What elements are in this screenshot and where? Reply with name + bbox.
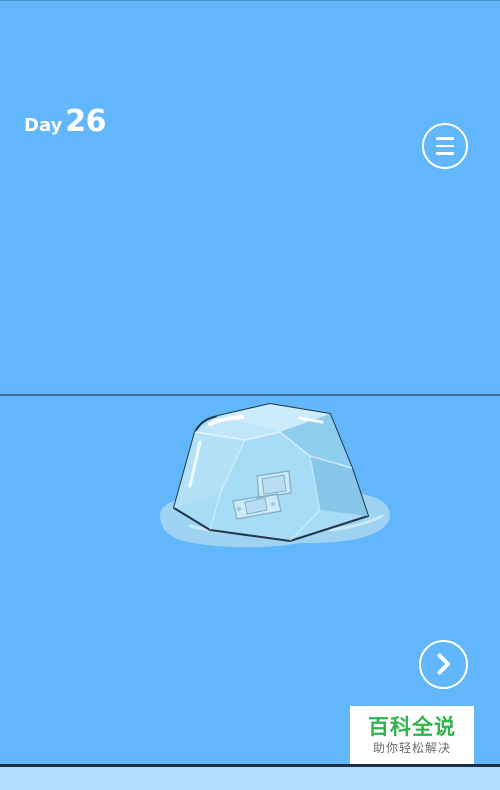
watermark-badge: 百科全说 助你轻松解决 (350, 706, 474, 764)
day-counter: Day 26 (24, 104, 107, 139)
ice-block-scene[interactable] (150, 398, 400, 558)
bottom-bar (0, 767, 500, 790)
ice-block (173, 403, 369, 542)
scene-divider (0, 394, 500, 396)
watermark-subtitle: 助你轻松解决 (372, 741, 451, 755)
top-border (0, 0, 500, 1)
day-number: 26 (65, 104, 107, 139)
watermark-title: 百科全说 (368, 715, 456, 739)
chevron-right-icon (437, 653, 450, 675)
day-word: Day (24, 115, 63, 136)
menu-button[interactable] (422, 123, 468, 169)
next-button[interactable] (419, 640, 468, 689)
